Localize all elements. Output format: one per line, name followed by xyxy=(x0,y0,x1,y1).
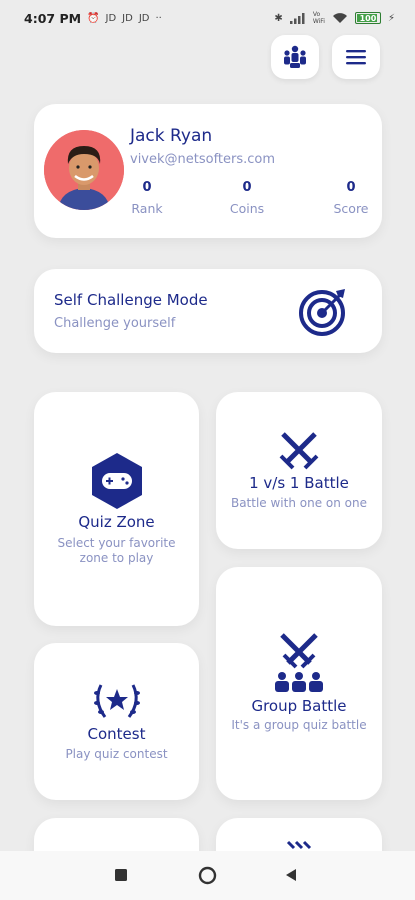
alarm-icon: ⏰ xyxy=(87,12,100,24)
self-challenge-title: Self Challenge Mode xyxy=(54,291,208,309)
group-battle-subtitle: It's a group quiz battle xyxy=(231,718,367,732)
contest-title: Contest xyxy=(87,725,146,743)
gamepad-icon xyxy=(91,453,142,509)
back-button[interactable] xyxy=(284,868,298,882)
signal-icon xyxy=(289,13,305,24)
battery-icon: 100 xyxy=(354,12,381,24)
quiz-zone-title: Quiz Zone xyxy=(78,513,155,531)
recent-apps-button[interactable] xyxy=(114,868,128,882)
self-challenge-subtitle: Challenge yourself xyxy=(54,316,176,331)
status-time: 4:07 PM xyxy=(24,10,82,26)
people-group-icon xyxy=(284,45,306,68)
rank-label: Rank xyxy=(131,201,163,216)
user-avatar-icon xyxy=(44,130,124,210)
home-button[interactable] xyxy=(198,866,217,885)
one-vs-one-battle-tile[interactable]: 1 v/s 1 Battle Battle with one on one xyxy=(216,392,382,549)
coins-value: 0 xyxy=(242,180,252,195)
one-vs-one-subtitle: Battle with one on one xyxy=(230,496,368,510)
target-icon xyxy=(299,289,345,336)
status-bar: 4:07 PM ⏰ JD JD JD ·· ✱ Vo WiFi 100 ⚡ xyxy=(0,0,415,36)
avatar[interactable] xyxy=(44,130,124,210)
quiz-zone-subtitle: Select your favorite zone to play xyxy=(57,536,176,565)
score-value: 0 xyxy=(346,180,356,195)
menu-button[interactable] xyxy=(332,35,380,79)
notification-jd-3: JD xyxy=(138,12,150,24)
system-nav-bar xyxy=(0,851,415,900)
one-vs-one-title: 1 v/s 1 Battle xyxy=(249,474,349,492)
wifi-icon xyxy=(332,13,347,23)
bluetooth-icon: ✱ xyxy=(274,12,283,24)
contest-tile[interactable]: Contest Play quiz contest xyxy=(34,643,199,800)
notification-jd-1: JD xyxy=(105,12,117,24)
stat-coins: 0 Coins xyxy=(217,180,277,216)
coins-label: Coins xyxy=(229,201,265,216)
group-battle-title: Group Battle xyxy=(251,697,347,715)
vowifi-label: Vo WiFi xyxy=(312,11,325,25)
more-notifications-icon: ·· xyxy=(155,12,162,24)
group-battle-tile[interactable]: Group Battle It's a group quiz battle xyxy=(216,567,382,800)
profile-card[interactable]: Jack Ryan vivek@netsofters.com 0 Rank 0 … xyxy=(34,104,382,238)
group-swords-icon xyxy=(275,633,323,692)
leaderboard-button[interactable] xyxy=(271,35,319,79)
home-circle-icon xyxy=(198,866,217,885)
contest-subtitle: Play quiz contest xyxy=(65,747,168,761)
notification-jd-2: JD xyxy=(122,12,133,24)
square-icon xyxy=(115,869,127,881)
stat-score: 0 Score xyxy=(321,180,381,216)
quiz-zone-tile[interactable]: Quiz Zone Select your favorite zone to p… xyxy=(34,392,199,626)
hamburger-menu-icon xyxy=(346,50,366,65)
crossed-swords-icon xyxy=(279,432,319,470)
user-email: vivek@netsofters.com xyxy=(130,152,276,167)
stat-rank: 0 Rank xyxy=(117,180,177,216)
rank-value: 0 xyxy=(142,180,152,195)
score-label: Score xyxy=(333,201,369,216)
charging-icon: ⚡ xyxy=(387,12,395,24)
self-challenge-card[interactable]: Self Challenge Mode Challenge yourself xyxy=(34,269,382,353)
battery-level: 100 xyxy=(359,13,377,23)
user-name: Jack Ryan xyxy=(130,126,213,146)
laurel-star-icon xyxy=(93,684,140,718)
back-triangle-icon xyxy=(286,869,296,881)
